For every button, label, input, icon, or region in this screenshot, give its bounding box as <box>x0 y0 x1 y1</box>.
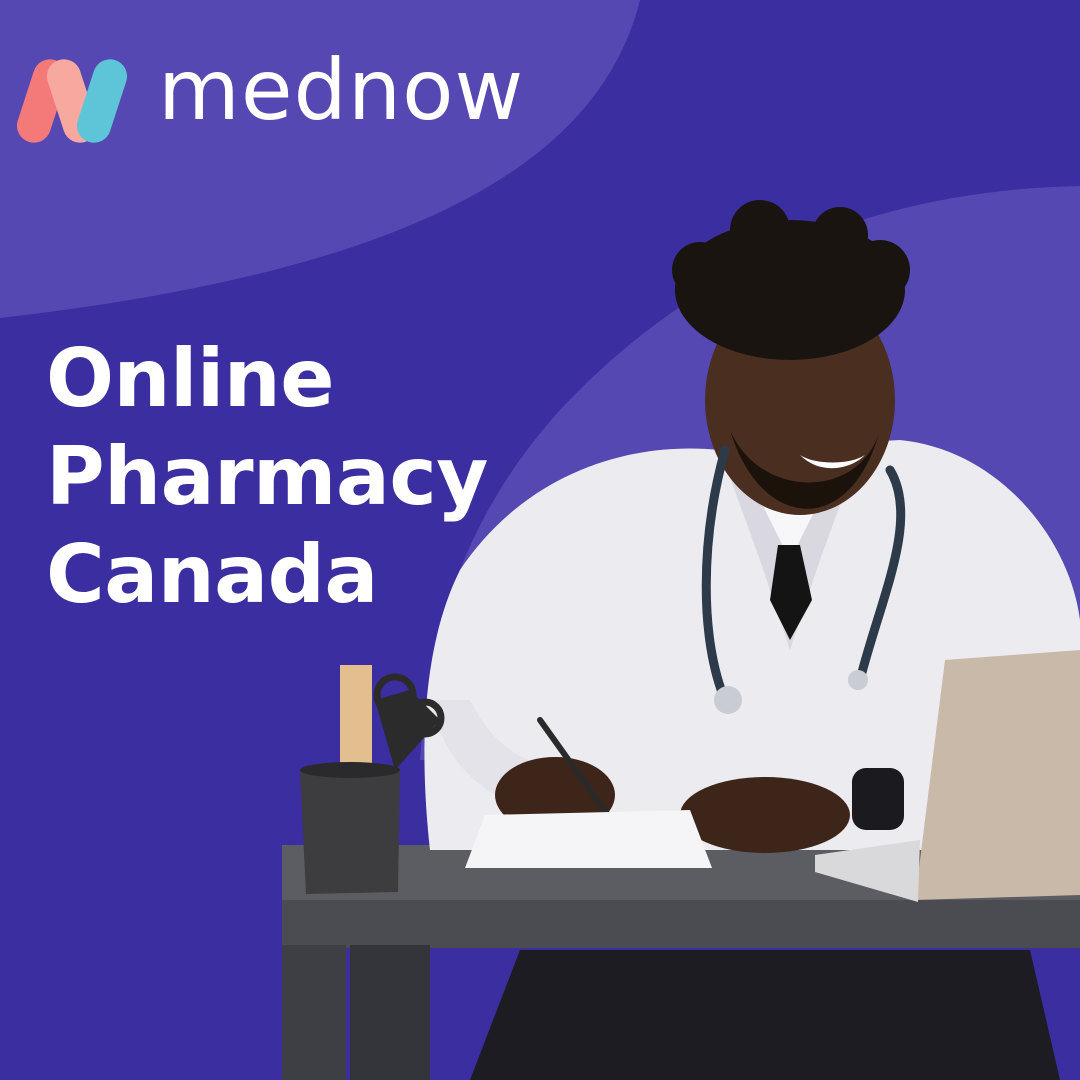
right-hand <box>680 777 850 853</box>
pen-holder <box>300 768 400 894</box>
paper-sheet <box>465 810 712 868</box>
doctor-lower <box>470 950 1060 1080</box>
desk-edge <box>282 900 1080 948</box>
headline-line-3: Canada <box>46 528 378 621</box>
desk-leg-2 <box>350 945 430 1080</box>
wrist-watch <box>852 768 904 830</box>
headline: Online Pharmacy Canada <box>46 330 488 624</box>
ad-canvas: mednow Online Pharmacy Canada <box>0 0 1080 1080</box>
desk-leg <box>282 945 346 1080</box>
brand-wordmark: mednow <box>158 41 525 139</box>
headline-line-2: Pharmacy <box>46 430 488 523</box>
headline-line-1: Online <box>46 332 335 425</box>
